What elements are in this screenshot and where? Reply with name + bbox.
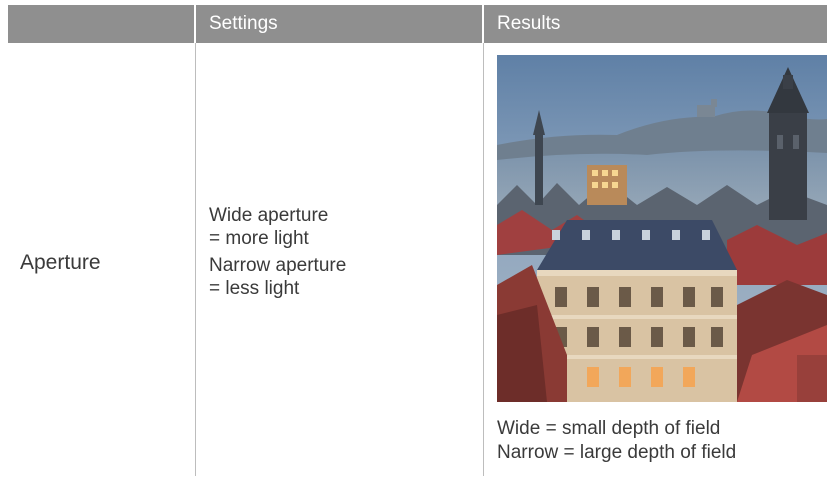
caption-line: Narrow = large depth of field xyxy=(497,442,737,463)
header-label-results: Results xyxy=(497,13,561,34)
settings-cell: Wide aperture = more light Narrow apertu… xyxy=(209,204,346,300)
settings-line: = less light xyxy=(209,278,300,299)
header-cell-results: Results xyxy=(484,5,827,43)
header-cell-empty xyxy=(8,5,194,43)
header-label-settings: Settings xyxy=(209,13,278,34)
header-cell-settings: Settings xyxy=(196,5,482,43)
column-divider xyxy=(483,43,484,476)
column-divider xyxy=(195,43,196,476)
aperture-table: Settings Results Aperture Wide aperture … xyxy=(0,0,827,477)
settings-line: Narrow aperture xyxy=(209,255,347,276)
settings-line: Wide aperture xyxy=(209,205,329,226)
city-rooftops-photo xyxy=(497,55,827,402)
results-caption: Wide = small depth of field Narrow = lar… xyxy=(497,417,736,465)
caption-line: Wide = small depth of field xyxy=(497,418,721,439)
settings-line: = more light xyxy=(209,228,309,249)
row-label-aperture: Aperture xyxy=(20,251,101,274)
